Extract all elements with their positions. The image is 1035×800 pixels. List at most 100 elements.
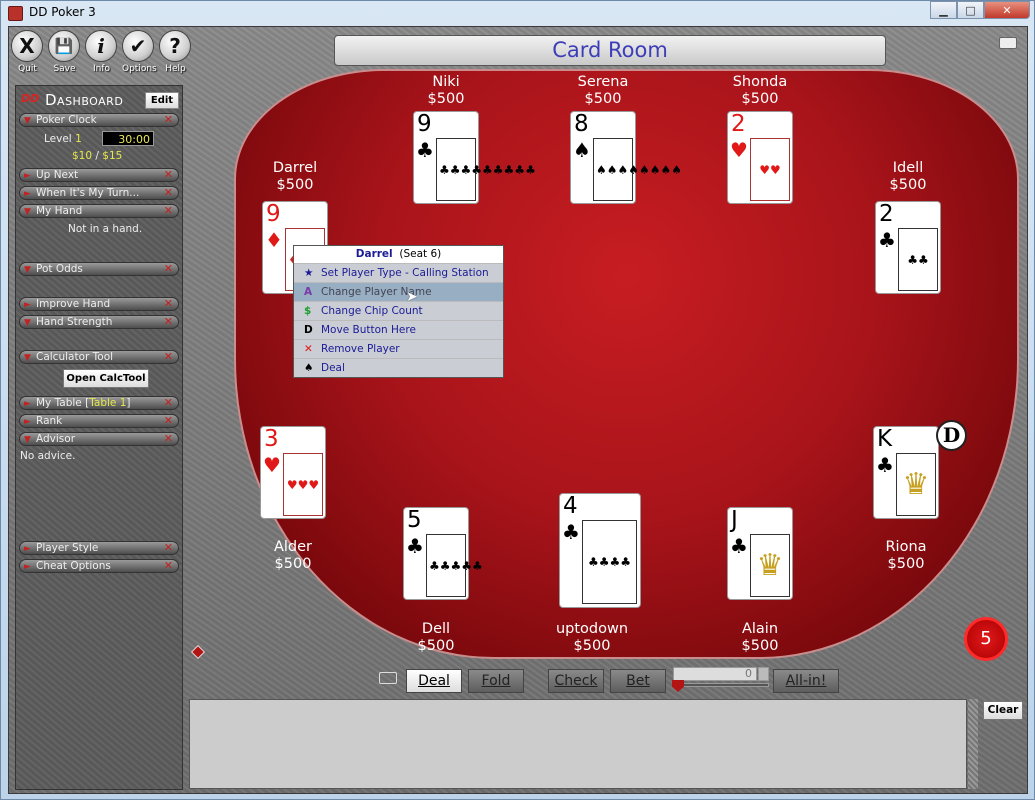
bet-button[interactable]: Bet <box>610 669 666 693</box>
section-my-hand[interactable]: ▼ My Hand ✕ <box>19 204 179 218</box>
minimize-button[interactable]: ▁ <box>930 1 957 19</box>
bet-slider-thumb[interactable] <box>672 680 684 692</box>
player-seat-alain[interactable]: Alain $500 <box>705 621 815 655</box>
context-menu-item[interactable]: ★ Set Player Type - Calling Station <box>294 263 503 282</box>
clear-chat-button[interactable]: Clear <box>983 701 1023 720</box>
card-suit-icon: ♣ <box>876 453 894 477</box>
section-advisor[interactable]: ▼ Advisor ✕ <box>19 432 179 446</box>
section-cheat-options[interactable]: ► Cheat Options ✕ <box>19 559 179 573</box>
card-rank: 5 <box>407 507 422 533</box>
player-seat-idell[interactable]: Idell $500 <box>853 160 963 194</box>
menu-item-label: Move Button Here <box>321 324 416 336</box>
close-section-icon[interactable]: ✕ <box>164 351 173 363</box>
bet-slider-track[interactable] <box>673 683 769 687</box>
open-calctool-button[interactable]: Open CalcTool <box>63 369 149 388</box>
section-label: My Hand <box>36 205 83 217</box>
playing-card: 9♣♣♣♣♣♣♣♣♣♣ <box>413 111 536 204</box>
section-calculator-tool[interactable]: ▼ Calculator Tool ✕ <box>19 350 179 364</box>
player-seat-shonda[interactable]: Shonda $500 <box>705 74 815 108</box>
playing-card: 4 ♣ ♣♣♣♣ <box>559 493 641 608</box>
quit-button[interactable]: X Quit <box>11 30 44 74</box>
help-button[interactable]: ? Help <box>159 30 192 74</box>
fold-button[interactable]: Fold <box>468 669 524 693</box>
player-seat-riona[interactable]: Riona $500 <box>851 539 961 573</box>
section-when-my-turn[interactable]: ► When It's My Turn... ✕ <box>19 186 179 200</box>
player-seat-uptodown[interactable]: uptodown $500 <box>537 621 647 655</box>
info-label: Info <box>92 64 111 74</box>
player-seat-niki[interactable]: Niki $500 <box>391 74 501 108</box>
keyboard-icon[interactable] <box>379 672 397 684</box>
close-section-icon[interactable]: ✕ <box>164 205 173 217</box>
context-menu-item[interactable]: D Move Button Here <box>294 320 503 339</box>
close-section-icon[interactable]: ✕ <box>164 187 173 199</box>
section-my-table[interactable]: ► My Table [Table 1] ✕ <box>19 396 179 410</box>
section-hand-strength[interactable]: ▼ Hand Strength ✕ <box>19 315 179 329</box>
context-menu-item[interactable]: $ Change Chip Count <box>294 301 503 320</box>
close-section-icon[interactable]: ✕ <box>164 114 173 126</box>
close-section-icon[interactable]: ✕ <box>164 263 173 275</box>
room-title: Card Room <box>334 35 886 66</box>
player-chips: $500 <box>274 556 312 572</box>
player-seat-alder[interactable]: Alder $500 <box>238 539 348 573</box>
options-button[interactable]: ✔ Options <box>122 30 157 74</box>
section-improve-hand[interactable]: ► Improve Hand ✕ <box>19 297 179 311</box>
close-section-icon[interactable]: ✕ <box>164 415 173 427</box>
maximize-button[interactable]: □ <box>957 1 984 19</box>
close-section-icon[interactable]: ✕ <box>164 433 173 445</box>
player-name: Alain <box>741 621 779 637</box>
chat-log[interactable] <box>189 699 967 789</box>
edit-dashboard-button[interactable]: Edit <box>145 92 179 109</box>
card-suit-icon: ♣ <box>406 534 424 558</box>
card-rank: 8 <box>574 111 589 137</box>
section-player-style[interactable]: ► Player Style ✕ <box>19 541 179 555</box>
close-section-icon[interactable]: ✕ <box>164 560 173 572</box>
table-name: Table 1 <box>89 397 127 409</box>
close-section-icon[interactable]: ✕ <box>164 316 173 328</box>
card-suit-icon: ♠ <box>573 138 591 162</box>
close-button[interactable]: ✕ <box>984 1 1030 19</box>
section-rank[interactable]: ► Rank ✕ <box>19 414 179 428</box>
player-name: Riona <box>885 539 927 555</box>
player-chips: $500 <box>584 91 622 107</box>
player-seat-serena[interactable]: Serena $500 <box>548 74 658 108</box>
card-suit-icon: ♣ <box>416 138 434 162</box>
playing-card: 2 ♣ ♣♣ <box>875 201 941 294</box>
player-seat-darrel[interactable]: Darrel $500 <box>240 160 350 194</box>
section-label: Poker Clock <box>36 114 97 126</box>
chat-scrollbar[interactable] <box>968 699 978 789</box>
context-menu-item[interactable]: A Change Player Name <box>294 282 503 301</box>
camera-icon[interactable] <box>999 37 1017 49</box>
blind-separator: / <box>95 150 99 162</box>
close-section-icon[interactable]: ✕ <box>164 397 173 409</box>
bet-spinner[interactable] <box>758 667 769 681</box>
player-seat-dell[interactable]: Dell $500 <box>381 621 491 655</box>
section-label: Improve Hand <box>36 298 111 310</box>
close-section-icon[interactable]: ✕ <box>164 169 173 181</box>
card-pips: ♣♣ <box>898 228 938 291</box>
close-section-icon[interactable]: ✕ <box>164 542 173 554</box>
context-menu-item[interactable]: ♠ Deal <box>294 358 503 377</box>
info-button[interactable]: i Info <box>85 30 118 74</box>
section-label: Up Next <box>36 169 79 181</box>
playing-card: 2 ♥ ♥♥ <box>727 111 793 204</box>
card-suit-icon: ♣ <box>730 534 748 558</box>
section-poker-clock[interactable]: ▼ Poker Clock ✕ <box>19 113 179 127</box>
context-menu-item[interactable]: ✕ Remove Player <box>294 339 503 358</box>
playing-card: J ♣ ♛ <box>727 507 793 600</box>
help-icon: ? <box>159 30 191 62</box>
diamond-icon[interactable] <box>190 644 206 660</box>
save-button[interactable]: 💾 Save <box>48 30 81 74</box>
card-suit-icon: ♥ <box>263 453 281 477</box>
bet-amount-input[interactable]: 0 <box>673 667 757 681</box>
card-rank: 2 <box>879 201 894 227</box>
deal-button[interactable]: Deal <box>406 669 462 693</box>
level-value: 1 <box>75 133 82 145</box>
section-up-next[interactable]: ► Up Next ✕ <box>19 168 179 182</box>
player-name: Serena <box>577 74 629 90</box>
quit-icon: X <box>11 30 43 62</box>
section-pot-odds[interactable]: ▼ Pot Odds ✕ <box>19 262 179 276</box>
check-button[interactable]: Check <box>548 669 604 693</box>
advisor-text: No advice. <box>20 450 76 462</box>
close-section-icon[interactable]: ✕ <box>164 298 173 310</box>
all-in-button[interactable]: All-in! <box>773 669 839 693</box>
